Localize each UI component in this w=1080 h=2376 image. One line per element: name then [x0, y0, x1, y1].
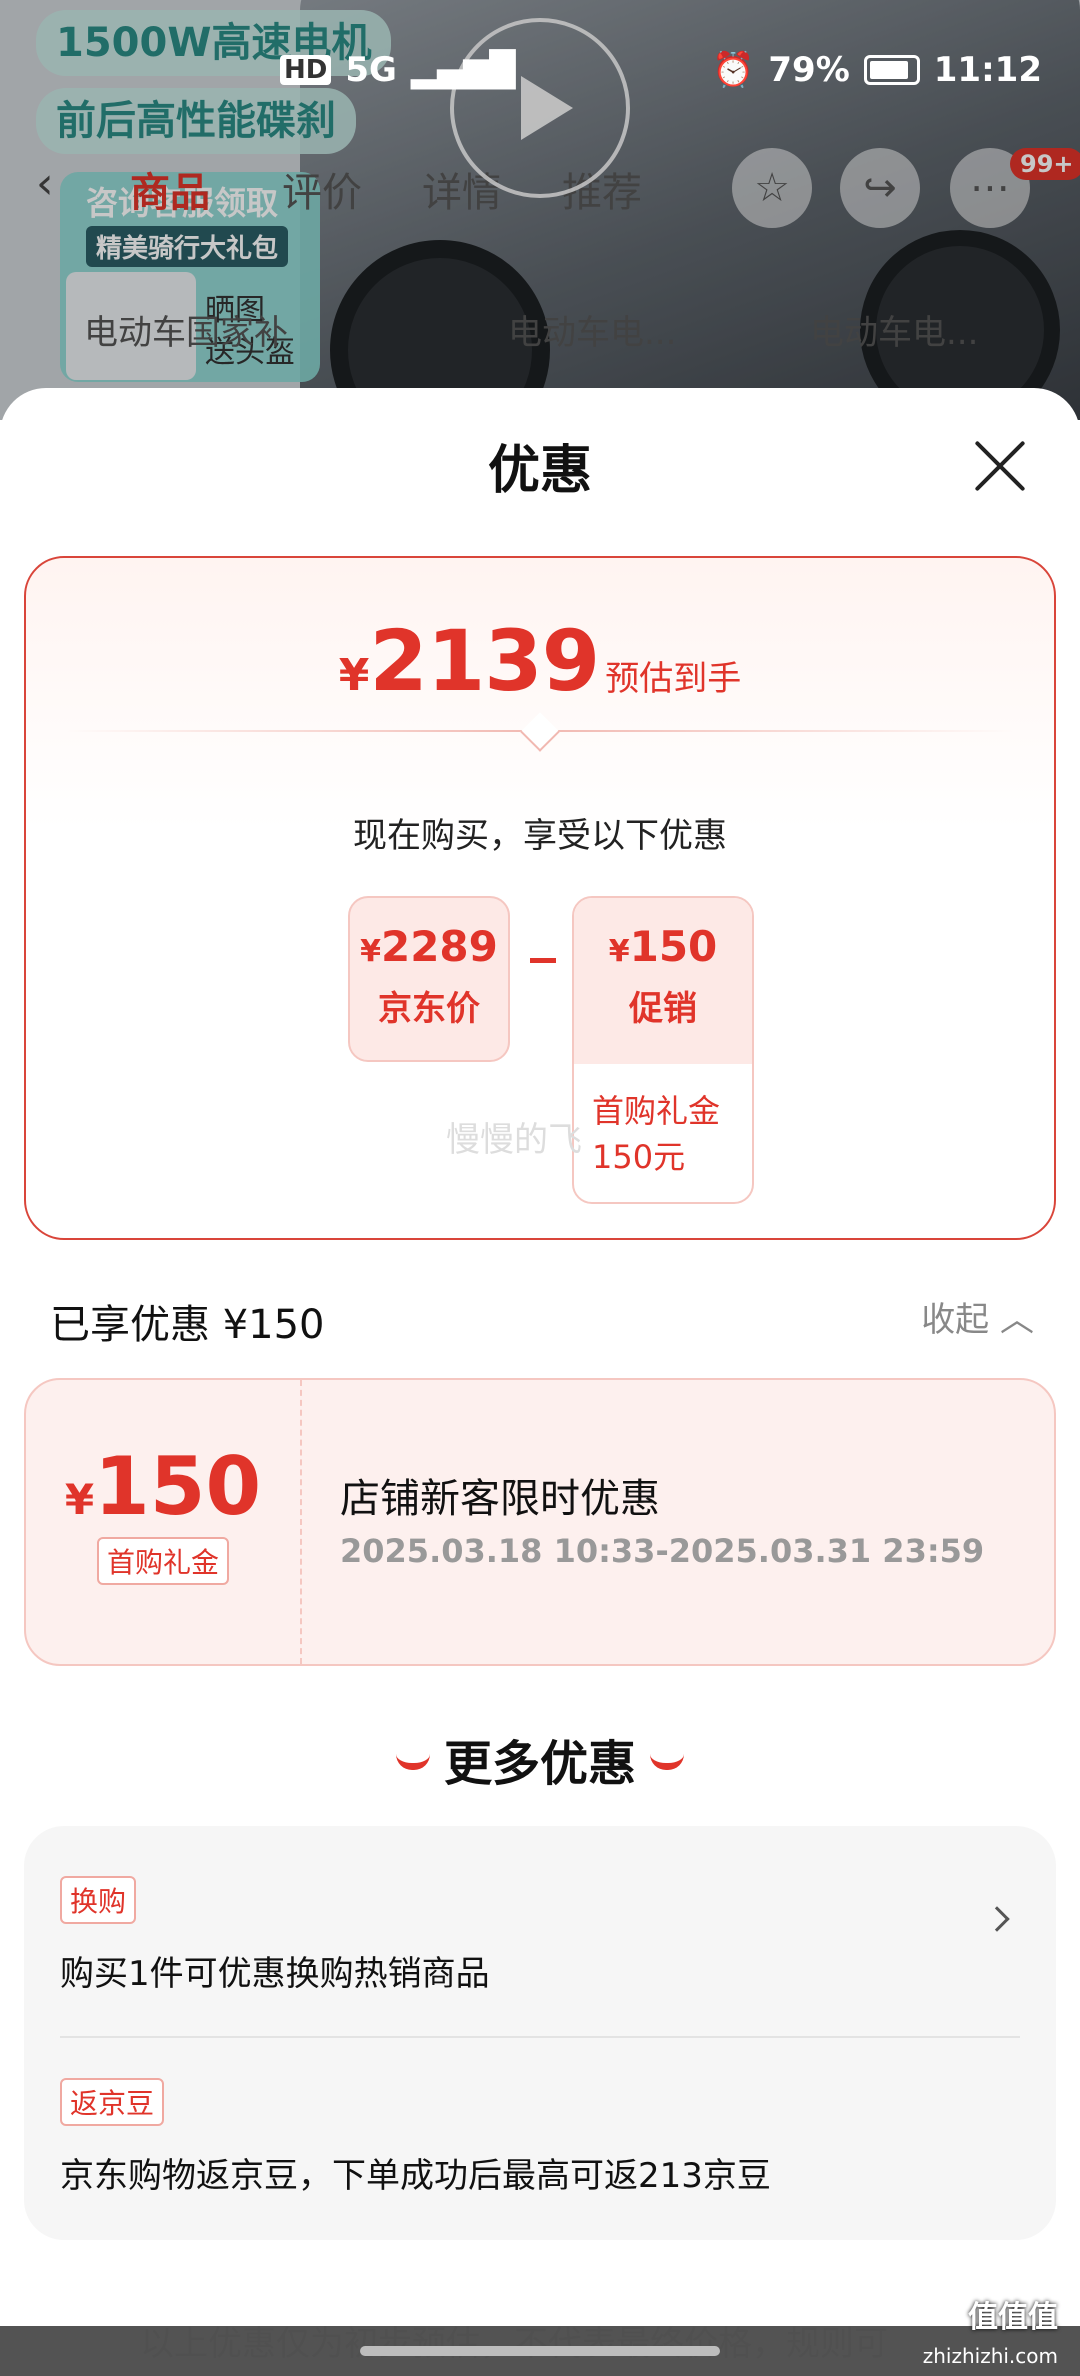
jd-beans-tag: 返京豆: [60, 2078, 165, 2126]
collapse-label: 收起: [921, 1300, 990, 1340]
status-right: ⏰ 79% 11:12: [712, 50, 1042, 90]
signal-bars-icon: ▂▄▆█: [410, 50, 516, 90]
collapse-button[interactable]: 收起 ︿: [921, 1292, 1034, 1341]
jd-price: ¥2289: [350, 922, 508, 971]
signal-icon: 5G: [345, 50, 397, 90]
exchange-desc: 购买1件可优惠换购热销商品: [60, 1954, 490, 1994]
promo-detail-line: 首购礼金: [592, 1092, 721, 1130]
more-discounts-card: 换购 购买1件可优惠换购热销商品 返京豆 京东购物返京豆，下单成功后最高可返21…: [24, 1826, 1056, 2240]
site-logo: 值值值: [968, 2300, 1058, 2335]
status-left: HD 5G ▂▄▆█: [280, 50, 516, 90]
currency-symbol: ¥: [608, 934, 630, 969]
price-summary-card: ¥2139 预估到手 现在购买，享受以下优惠 ¥2289 京东价 ¥150 促销 …: [24, 556, 1056, 1240]
exchange-tag: 换购: [60, 1876, 137, 1924]
final-price-value: 2139: [369, 612, 600, 710]
more-discounts-label: 更多优惠: [443, 1736, 636, 1792]
discount-sheet: 优惠 ¥2139 预估到手 现在购买，享受以下优惠 ¥2289 京东价 ¥150 …: [0, 388, 1080, 2376]
promo-detail-line: 150元: [592, 1138, 686, 1176]
jd-price-box: ¥2289 京东价: [348, 896, 510, 1062]
divider: [60, 2036, 1020, 2038]
coupon-value-area: ¥150 首购礼金: [26, 1380, 302, 1664]
list-item-jd-beans: 返京豆 京东购物返京豆，下单成功后最高可返213京豆: [60, 2078, 1020, 2197]
more-discounts-title: 更多优惠: [0, 1724, 1080, 1794]
coupon-amount: ¥150: [26, 1440, 300, 1533]
promo-label: 促销: [629, 989, 697, 1029]
smile-decoration-icon: [395, 1754, 430, 1770]
coupon-tag: 首购礼金: [96, 1537, 229, 1585]
smile-decoration-icon: [650, 1754, 684, 1770]
enjoy-text: 现在购买，享受以下优惠: [353, 816, 727, 856]
enjoyed-discount-title: 已享优惠 ¥150: [50, 1302, 325, 1348]
promo-box: ¥150 促销 首购礼金 150元: [572, 896, 754, 1204]
coupon-name: 店铺新客限时优惠: [340, 1476, 660, 1522]
coupon-time-range: 2025.03.18 10:33-2025.03.31 23:59: [340, 1532, 985, 1570]
promo-amount: ¥150: [574, 898, 752, 971]
currency-symbol: ¥: [64, 1475, 95, 1524]
clock: 11:12: [933, 50, 1042, 90]
promo-summary: ¥150 促销: [574, 898, 752, 1064]
coupon-amount-value: 150: [94, 1440, 262, 1533]
promo-amount-value: 150: [629, 922, 718, 971]
currency-symbol: ¥: [338, 650, 370, 701]
sheet-title: 优惠: [487, 441, 592, 501]
battery-percent: 79%: [768, 50, 850, 90]
minus-sign: [530, 958, 556, 963]
currency-symbol: ¥: [360, 934, 381, 969]
close-icon[interactable]: [970, 436, 1030, 496]
alarm-icon: ⏰: [712, 50, 755, 90]
final-price-label: 预估到手: [605, 659, 742, 699]
watermark: 慢慢的飞: [446, 1120, 582, 1160]
hd-icon: HD: [280, 55, 332, 85]
jd-price-label: 京东价: [378, 989, 480, 1029]
list-item-exchange[interactable]: 换购 购买1件可优惠换购热销商品: [60, 1876, 1020, 1995]
jd-beans-desc: 京东购物返京豆，下单成功后最高可返213京豆: [60, 2156, 771, 2196]
chevron-up-icon: ︿: [1000, 1300, 1034, 1340]
divider-notch: [520, 712, 560, 752]
coupon-card[interactable]: ¥150 首购礼金 店铺新客限时优惠 2025.03.18 10:33-2025…: [24, 1378, 1056, 1666]
status-bar: HD 5G ▂▄▆█ ⏰ 79% 11:12: [0, 50, 1080, 100]
battery-icon: [863, 55, 920, 85]
home-indicator[interactable]: [360, 2346, 720, 2356]
final-price: ¥2139 预估到手: [26, 612, 1054, 710]
promo-detail: 首购礼金 150元: [574, 1064, 752, 1202]
jd-price-value: 2289: [380, 922, 498, 971]
site-url: zhizhizhi.com: [922, 2344, 1058, 2368]
